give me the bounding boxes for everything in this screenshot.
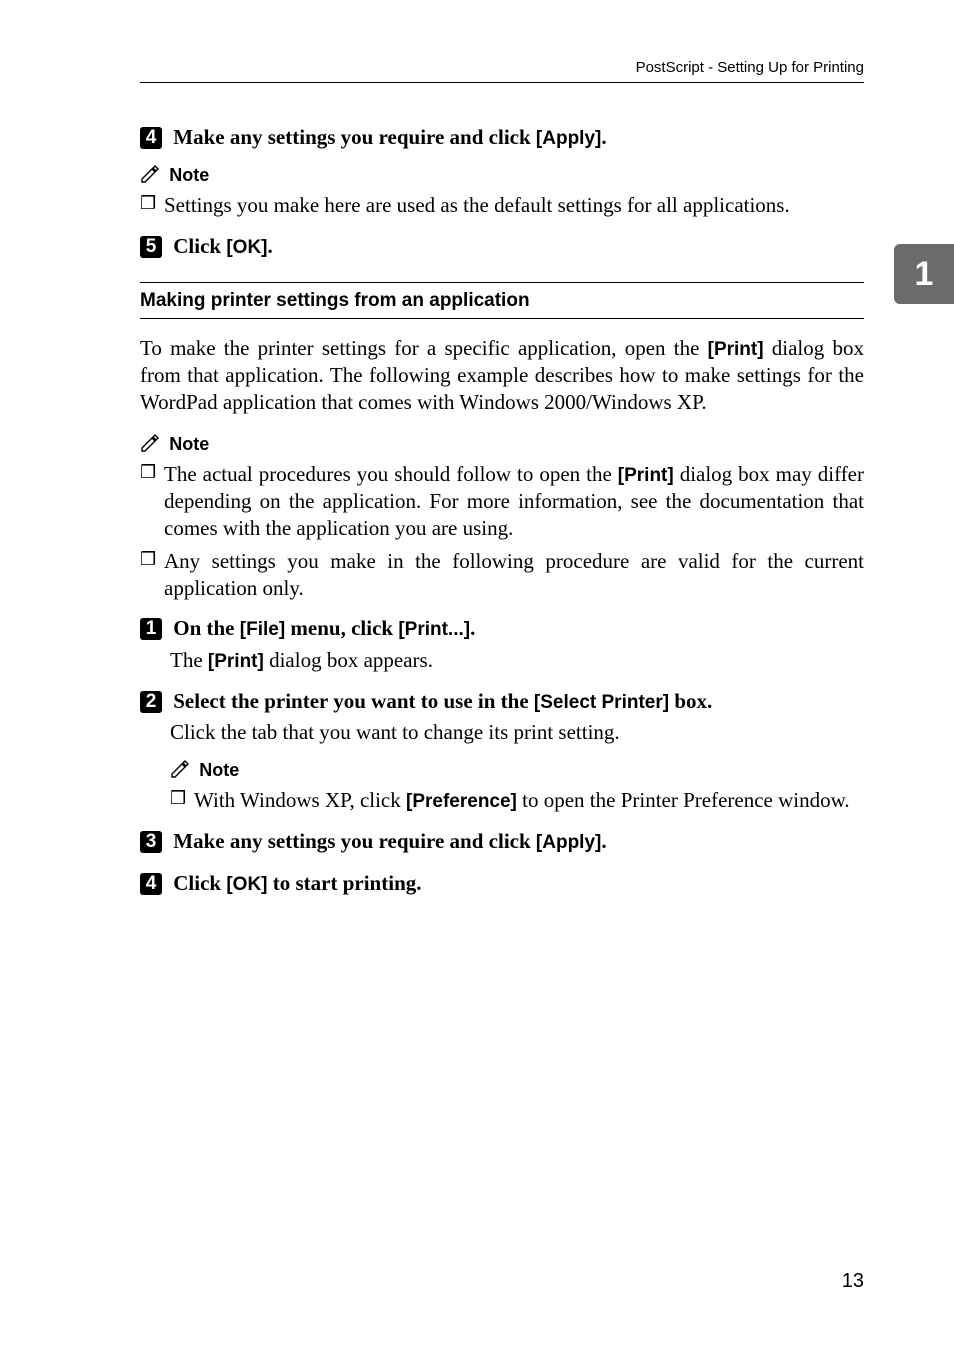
note-bullet: ❒ The actual procedures you should follo… (140, 461, 864, 542)
step-5: 5 Click [OK]. (140, 233, 864, 260)
step-2: 2 Select the printer you want to use in … (140, 688, 864, 715)
ui-label-apply: [Apply] (536, 832, 601, 853)
bullet-text: Settings you make here are used as the d… (164, 192, 864, 219)
note-heading: Note (140, 161, 864, 190)
step-number-icon: 3 (140, 831, 162, 853)
bullet-text: Any settings you make in the following p… (164, 548, 864, 602)
step-number-icon: 5 (140, 236, 162, 258)
step-number-icon: 1 (140, 618, 162, 640)
step-text: Make any settings you require and click (173, 125, 536, 149)
step-text-tail: . (470, 616, 475, 640)
note-bullet: ❒ With Windows XP, click [Preference] to… (170, 787, 864, 814)
note-heading: Note (170, 756, 864, 785)
ui-label-print: [Print] (208, 651, 264, 672)
bullet-post: to open the Printer Preference window. (517, 788, 850, 812)
bullet-icon: ❒ (140, 192, 164, 219)
bullet-text: The actual procedures you should follow … (164, 461, 864, 542)
step-result: The [Print] dialog box appears. (170, 647, 864, 674)
ui-label-ok: [OK] (226, 874, 267, 895)
note-label: Note (169, 434, 209, 454)
section-intro-paragraph: To make the printer settings for a speci… (140, 335, 864, 416)
step-number-icon: 2 (140, 691, 162, 713)
note-label: Note (169, 165, 209, 185)
bullet-icon: ❒ (140, 461, 164, 542)
pencil-icon (170, 758, 190, 785)
pencil-icon (140, 163, 160, 190)
page: PostScript - Setting Up for Printing 1 4… (0, 0, 954, 1351)
running-rule (140, 82, 864, 83)
note-label: Note (199, 760, 239, 780)
step-1: 1 On the [File] menu, click [Print...]. (140, 615, 864, 642)
step-text-tail: to start printing. (268, 871, 422, 895)
ui-label-apply: [Apply] (536, 128, 601, 149)
note-bullet: ❒ Settings you make here are used as the… (140, 192, 864, 219)
step-text-tail: . (601, 829, 606, 853)
bullet-pre: The actual procedures you should follow … (164, 462, 618, 486)
page-number: 13 (842, 1269, 864, 1295)
para-text: To make the printer settings for a speci… (140, 336, 708, 360)
ui-label-ok: [OK] (226, 237, 267, 258)
ui-label-select-printer: [Select Printer] (534, 692, 669, 713)
step-text-mid: menu, click (285, 616, 398, 640)
pencil-icon (140, 432, 160, 459)
step-text-tail: . (601, 125, 606, 149)
step-text-tail: box. (669, 689, 712, 713)
result-post: dialog box appears. (264, 648, 433, 672)
bullet-icon: ❒ (140, 548, 164, 602)
ui-label-file: [File] (240, 619, 285, 640)
step-number-icon: 4 (140, 873, 162, 895)
step-4: 4 Make any settings you require and clic… (140, 124, 864, 151)
step-text: Click (173, 234, 226, 258)
step-result: Click the tab that you want to change it… (170, 719, 864, 746)
ui-label-print: [Print] (618, 465, 674, 486)
step-4b: 4 Click [OK] to start printing. (140, 870, 864, 897)
step-text: On the (173, 616, 240, 640)
step-number-icon: 4 (140, 127, 162, 149)
step-text: Click (173, 871, 226, 895)
note-heading: Note (140, 430, 864, 459)
step-text: Select the printer you want to use in th… (173, 689, 534, 713)
chapter-tab: 1 (894, 244, 954, 304)
step-text: Make any settings you require and click (173, 829, 536, 853)
section-heading: Making printer settings from an applicat… (140, 282, 864, 318)
result-pre: The (170, 648, 208, 672)
ui-label-print: [Print] (708, 339, 764, 360)
running-head: PostScript - Setting Up for Printing (636, 58, 864, 77)
bullet-pre: With Windows XP, click (194, 788, 406, 812)
bullet-text: With Windows XP, click [Preference] to o… (194, 787, 864, 814)
step-text-tail: . (268, 234, 273, 258)
ui-label-print-menu: [Print...] (398, 619, 470, 640)
ui-label-preference: [Preference] (406, 791, 517, 812)
bullet-icon: ❒ (170, 787, 194, 814)
note-bullet: ❒ Any settings you make in the following… (140, 548, 864, 602)
step-3: 3 Make any settings you require and clic… (140, 828, 864, 855)
